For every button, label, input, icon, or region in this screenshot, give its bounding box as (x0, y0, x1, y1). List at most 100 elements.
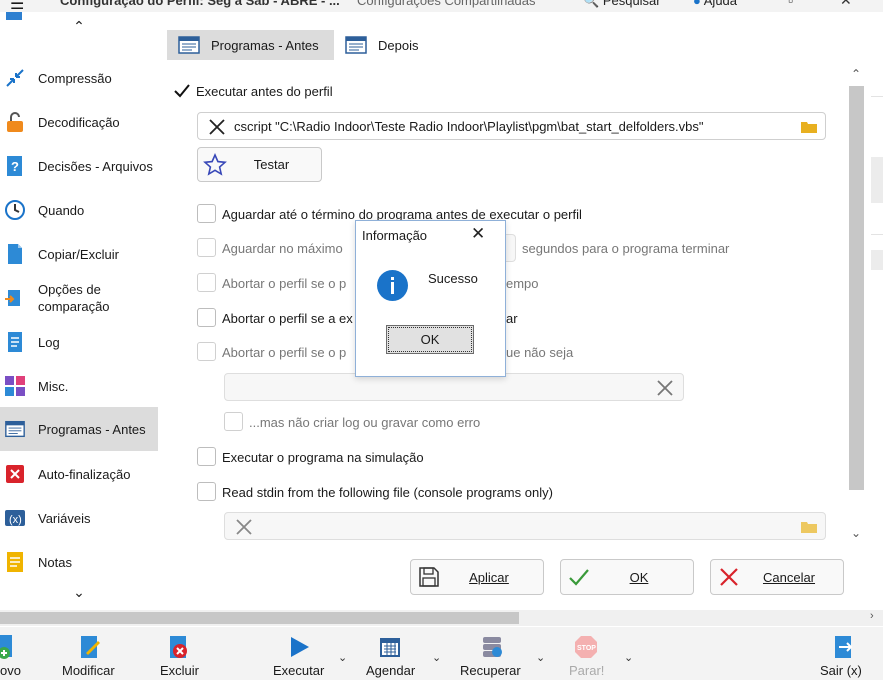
abort-timeout-checkbox[interactable] (197, 273, 216, 292)
abort-exec-label-tail: ar (506, 311, 518, 326)
scroll-down-icon[interactable]: ⌄ (851, 526, 861, 540)
abort-timeout-label: Abortar o perfil se o p (222, 276, 347, 291)
ok-button[interactable]: OK (560, 559, 694, 595)
scrollbar-thumb[interactable] (849, 86, 864, 490)
read-stdin-label: Read stdin from the following file (cons… (222, 485, 553, 500)
svg-text:?: ? (11, 159, 19, 174)
wait-seconds-label: segundos para o programa terminar (522, 241, 730, 256)
background-window-edge (871, 12, 883, 610)
restore-icon (483, 637, 502, 657)
folder-icon[interactable] (801, 121, 817, 133)
checkmark-icon (173, 83, 190, 97)
sidebar-item-quando[interactable]: Quando (0, 188, 158, 232)
sidebar-item-variaveis[interactable]: (x) Variáveis (0, 496, 158, 540)
run-dropdown-chevron-icon[interactable]: ⌄ (338, 651, 347, 664)
help-button[interactable]: ● Ajuda (693, 0, 737, 8)
exit-icon (835, 636, 853, 658)
new-button[interactable]: ovo (0, 627, 30, 680)
no-log-label: ...mas não criar log ou gravar como erro (249, 415, 481, 430)
program-icon (178, 36, 200, 54)
shared-settings-tab[interactable]: Configurações Compartilhadas (357, 0, 535, 8)
stop-icon: STOP (575, 636, 597, 658)
edit-icon (81, 636, 100, 658)
schedule-button[interactable]: Agendar (360, 627, 422, 680)
file-icon (4, 243, 26, 265)
maximize-button[interactable]: ▫ (788, 0, 793, 8)
wait-max-label: Aguardar no máximo (222, 241, 343, 256)
sidebar-item-opcoes-comparacao[interactable]: Opções de comparação (0, 276, 158, 320)
dialog-close-icon[interactable]: ✕ (471, 224, 485, 244)
tab-programas-antes[interactable]: Programas - Antes (167, 30, 334, 60)
add-icon (0, 635, 12, 659)
stop-dropdown-chevron-icon[interactable]: ⌄ (624, 651, 633, 664)
apply-button[interactable]: Aplicar (410, 559, 544, 595)
command-field[interactable]: cscript "C:\Radio Indoor\Teste Radio Ind… (197, 112, 826, 140)
sidebar-item-auto-finalizacao[interactable]: Auto-finalização (0, 452, 158, 496)
run-button[interactable]: Executar (268, 627, 333, 680)
search-button[interactable]: 🔍 Pesquisar (583, 0, 661, 9)
sidebar-item-programas-antes[interactable]: Programas - Antes (0, 407, 158, 451)
wait-end-checkbox[interactable] (197, 204, 216, 223)
horizontal-scrollbar-thumb[interactable] (0, 612, 519, 624)
exit-button[interactable]: Sair (x) (815, 627, 870, 680)
abort-return-label-tail: ue não seja (506, 345, 574, 360)
sidebar-scroll-down-icon[interactable]: ⌄ (0, 584, 158, 608)
play-icon (291, 637, 309, 657)
restore-button[interactable]: Recuperar (454, 627, 529, 680)
close-window-button[interactable]: ✕ (840, 0, 852, 9)
restore-dropdown-chevron-icon[interactable]: ⌄ (536, 651, 545, 664)
delete-button[interactable]: Excluir (155, 627, 205, 680)
no-log-checkbox[interactable] (224, 412, 243, 431)
sidebar-item-copiar-excluir[interactable]: Copiar/Excluir (0, 232, 158, 276)
test-button[interactable]: Testar (197, 147, 322, 182)
stop-button[interactable]: STOP Parar! (560, 627, 610, 680)
scroll-right-icon[interactable]: › (870, 610, 874, 622)
schedule-dropdown-chevron-icon[interactable]: ⌄ (432, 651, 441, 664)
sidebar-item-decodificacao[interactable]: Decodificação (0, 100, 158, 144)
run-before-label: Executar antes do perfil (196, 84, 333, 99)
close-red-icon (4, 463, 26, 485)
cancel-button[interactable]: Cancelar (710, 559, 844, 595)
sidebar-item-log[interactable]: Log (0, 320, 158, 364)
dialog-ok-button[interactable]: OK (386, 325, 474, 354)
dialog-title: Informação (362, 228, 428, 243)
run-simulation-label: Executar o programa na simulação (222, 450, 424, 465)
window-title: Configuração do Perfil: Seg a Sab - ABRE… (60, 0, 340, 8)
abort-exec-checkbox[interactable] (197, 308, 216, 327)
hamburger-menu-icon[interactable]: ☰ (10, 0, 24, 12)
notes-icon (4, 551, 26, 573)
run-simulation-checkbox[interactable] (197, 447, 216, 466)
sidebar-item-compressao[interactable]: Compressão (0, 56, 158, 100)
misc-icon (4, 375, 26, 397)
wait-max-checkbox[interactable] (197, 238, 216, 257)
search-icon: 🔍 (583, 0, 600, 8)
sidebar-item-notas[interactable]: Notas (0, 540, 158, 584)
delete-icon (170, 636, 187, 658)
sidebar: ⌃ Compressão Decodificação ? Decisões - … (0, 12, 158, 607)
command-value: cscript "C:\Radio Indoor\Teste Radio Ind… (234, 119, 704, 134)
info-dialog: Informação ✕ Sucesso OK (355, 220, 506, 377)
log-icon (4, 331, 26, 353)
sidebar-item-decisoes-arquivos[interactable]: ? Decisões - Arquivos (0, 144, 158, 188)
lock-icon (4, 111, 26, 133)
sidebar-scroll-up-icon[interactable]: ⌃ (0, 18, 158, 42)
horizontal-scrollbar[interactable]: › (0, 610, 883, 626)
read-stdin-checkbox[interactable] (197, 482, 216, 501)
return-codes-field[interactable] (224, 373, 684, 401)
scroll-up-icon[interactable]: ⌃ (851, 67, 861, 81)
clock-icon (4, 199, 26, 221)
clear-icon[interactable] (656, 379, 674, 397)
clear-icon[interactable] (235, 518, 253, 536)
run-before-checkbox[interactable] (172, 81, 191, 100)
sidebar-item-misc[interactable]: Misc. (0, 364, 158, 408)
tab-depois[interactable]: Depois (334, 30, 434, 60)
abort-return-checkbox[interactable] (197, 342, 216, 361)
clear-icon[interactable] (208, 118, 226, 136)
abort-return-label: Abortar o perfil se o p (222, 345, 347, 360)
content-scrollbar[interactable]: ⌃ ⌄ (847, 67, 867, 544)
stdin-file-field[interactable] (224, 512, 826, 540)
compare-icon (4, 287, 26, 309)
modify-button[interactable]: Modificar (55, 627, 125, 680)
info-icon: ● (693, 0, 701, 8)
folder-icon[interactable] (801, 521, 817, 533)
